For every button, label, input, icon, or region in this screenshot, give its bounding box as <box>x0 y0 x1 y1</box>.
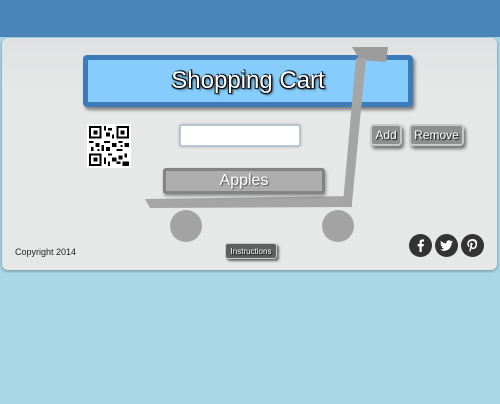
header-bar <box>0 0 500 37</box>
twitter-icon <box>440 240 453 251</box>
facebook-share-button[interactable] <box>409 234 432 257</box>
pinterest-icon <box>467 239 478 252</box>
qr-code-icon <box>87 124 131 168</box>
page-title: Shopping Cart <box>171 67 325 94</box>
title-banner: Shopping Cart <box>83 55 413 107</box>
copyright-text: Copyright 2014 <box>15 247 77 257</box>
twitter-share-button[interactable] <box>435 234 458 257</box>
item-input[interactable] <box>179 124 301 147</box>
list-item[interactable]: Apples <box>163 168 325 194</box>
instructions-button[interactable]: Instructions <box>225 243 277 259</box>
facebook-icon <box>417 239 424 252</box>
add-button[interactable]: Add <box>370 124 402 146</box>
remove-button[interactable]: Remove <box>409 124 464 146</box>
pinterest-share-button[interactable] <box>461 234 484 257</box>
